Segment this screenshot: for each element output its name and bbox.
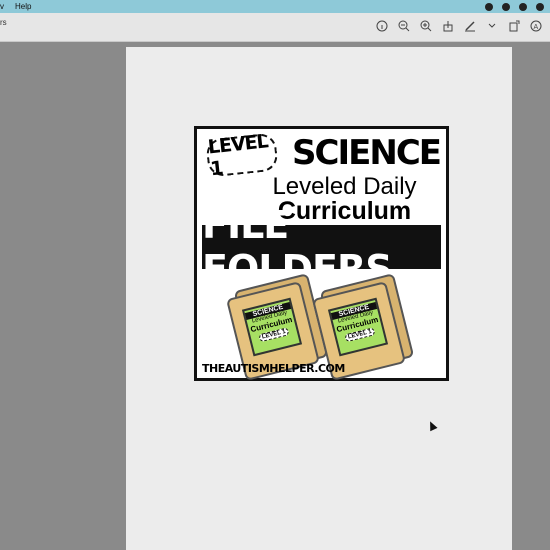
folder-illustration: SCIENCE Leveled Daily Curriculum LEVEL 1 bbox=[225, 273, 329, 381]
cover-image: LEVEL 1 SCIENCE Leveled Daily Curriculum… bbox=[194, 126, 449, 381]
record-icon[interactable] bbox=[485, 2, 493, 11]
website-label: THEAUTISMHELPER.COM bbox=[202, 362, 345, 375]
rotate-icon[interactable] bbox=[508, 20, 520, 32]
controls-icon[interactable] bbox=[536, 2, 544, 11]
annotate-icon[interactable]: A bbox=[530, 20, 542, 32]
banner-title: FILE FOLDERS bbox=[202, 203, 441, 291]
zoom-out-icon[interactable] bbox=[398, 20, 410, 32]
zoom-in-icon[interactable] bbox=[420, 20, 432, 32]
share-icon[interactable] bbox=[442, 20, 454, 32]
preview-toolbar: rs A bbox=[0, 13, 550, 42]
status-icons bbox=[485, 2, 550, 11]
level-badge: LEVEL 1 bbox=[205, 130, 279, 180]
markup-icon[interactable] bbox=[464, 20, 476, 32]
info-icon[interactable] bbox=[376, 20, 388, 32]
sync-icon[interactable] bbox=[519, 2, 527, 11]
menu-item-view[interactable]: v bbox=[0, 2, 4, 11]
svg-text:A: A bbox=[534, 24, 539, 31]
menu-item-help[interactable]: Help bbox=[15, 2, 31, 11]
chat-icon[interactable] bbox=[502, 2, 510, 11]
menu-bar: v Help bbox=[0, 0, 550, 13]
chevron-down-icon[interactable] bbox=[486, 20, 498, 32]
subject-title: SCIENCE bbox=[292, 133, 442, 173]
folder-illustration: SCIENCE Leveled Daily Curriculum LEVEL 1 bbox=[311, 273, 415, 381]
window-title: rs bbox=[0, 17, 7, 27]
